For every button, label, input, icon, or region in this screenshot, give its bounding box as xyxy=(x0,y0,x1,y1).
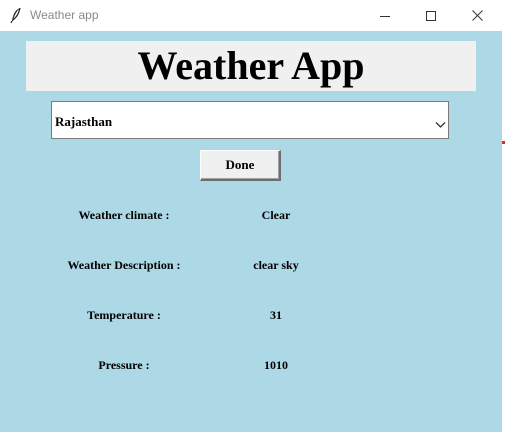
maximize-button[interactable] xyxy=(408,0,454,31)
weather-description-value: clear sky xyxy=(253,258,299,272)
temperature-value: 31 xyxy=(270,308,282,322)
minimize-button[interactable] xyxy=(362,0,408,31)
weather-climate-value: Clear xyxy=(261,208,291,222)
location-select[interactable]: Rajasthan xyxy=(51,101,449,139)
pressure-value: 1010 xyxy=(264,358,288,372)
header-banner: Weather App xyxy=(26,41,476,91)
close-button[interactable] xyxy=(454,0,500,31)
done-button[interactable]: Done xyxy=(200,150,281,181)
location-select-value: Rajasthan xyxy=(55,114,113,129)
minimize-icon xyxy=(380,11,390,21)
main-content: Weather App Rajasthan Done Weather clima… xyxy=(0,31,502,432)
title-bar[interactable]: Weather app xyxy=(0,0,502,31)
app-window: Weather app Weather App Rajasthan Done W… xyxy=(0,0,502,432)
close-icon xyxy=(471,10,483,21)
window-title: Weather app xyxy=(30,8,99,22)
maximize-icon xyxy=(426,10,436,21)
edge-marker xyxy=(502,141,505,144)
chevron-down-icon[interactable] xyxy=(435,116,446,128)
page-title: Weather App xyxy=(137,43,365,88)
feather-icon xyxy=(9,7,23,24)
